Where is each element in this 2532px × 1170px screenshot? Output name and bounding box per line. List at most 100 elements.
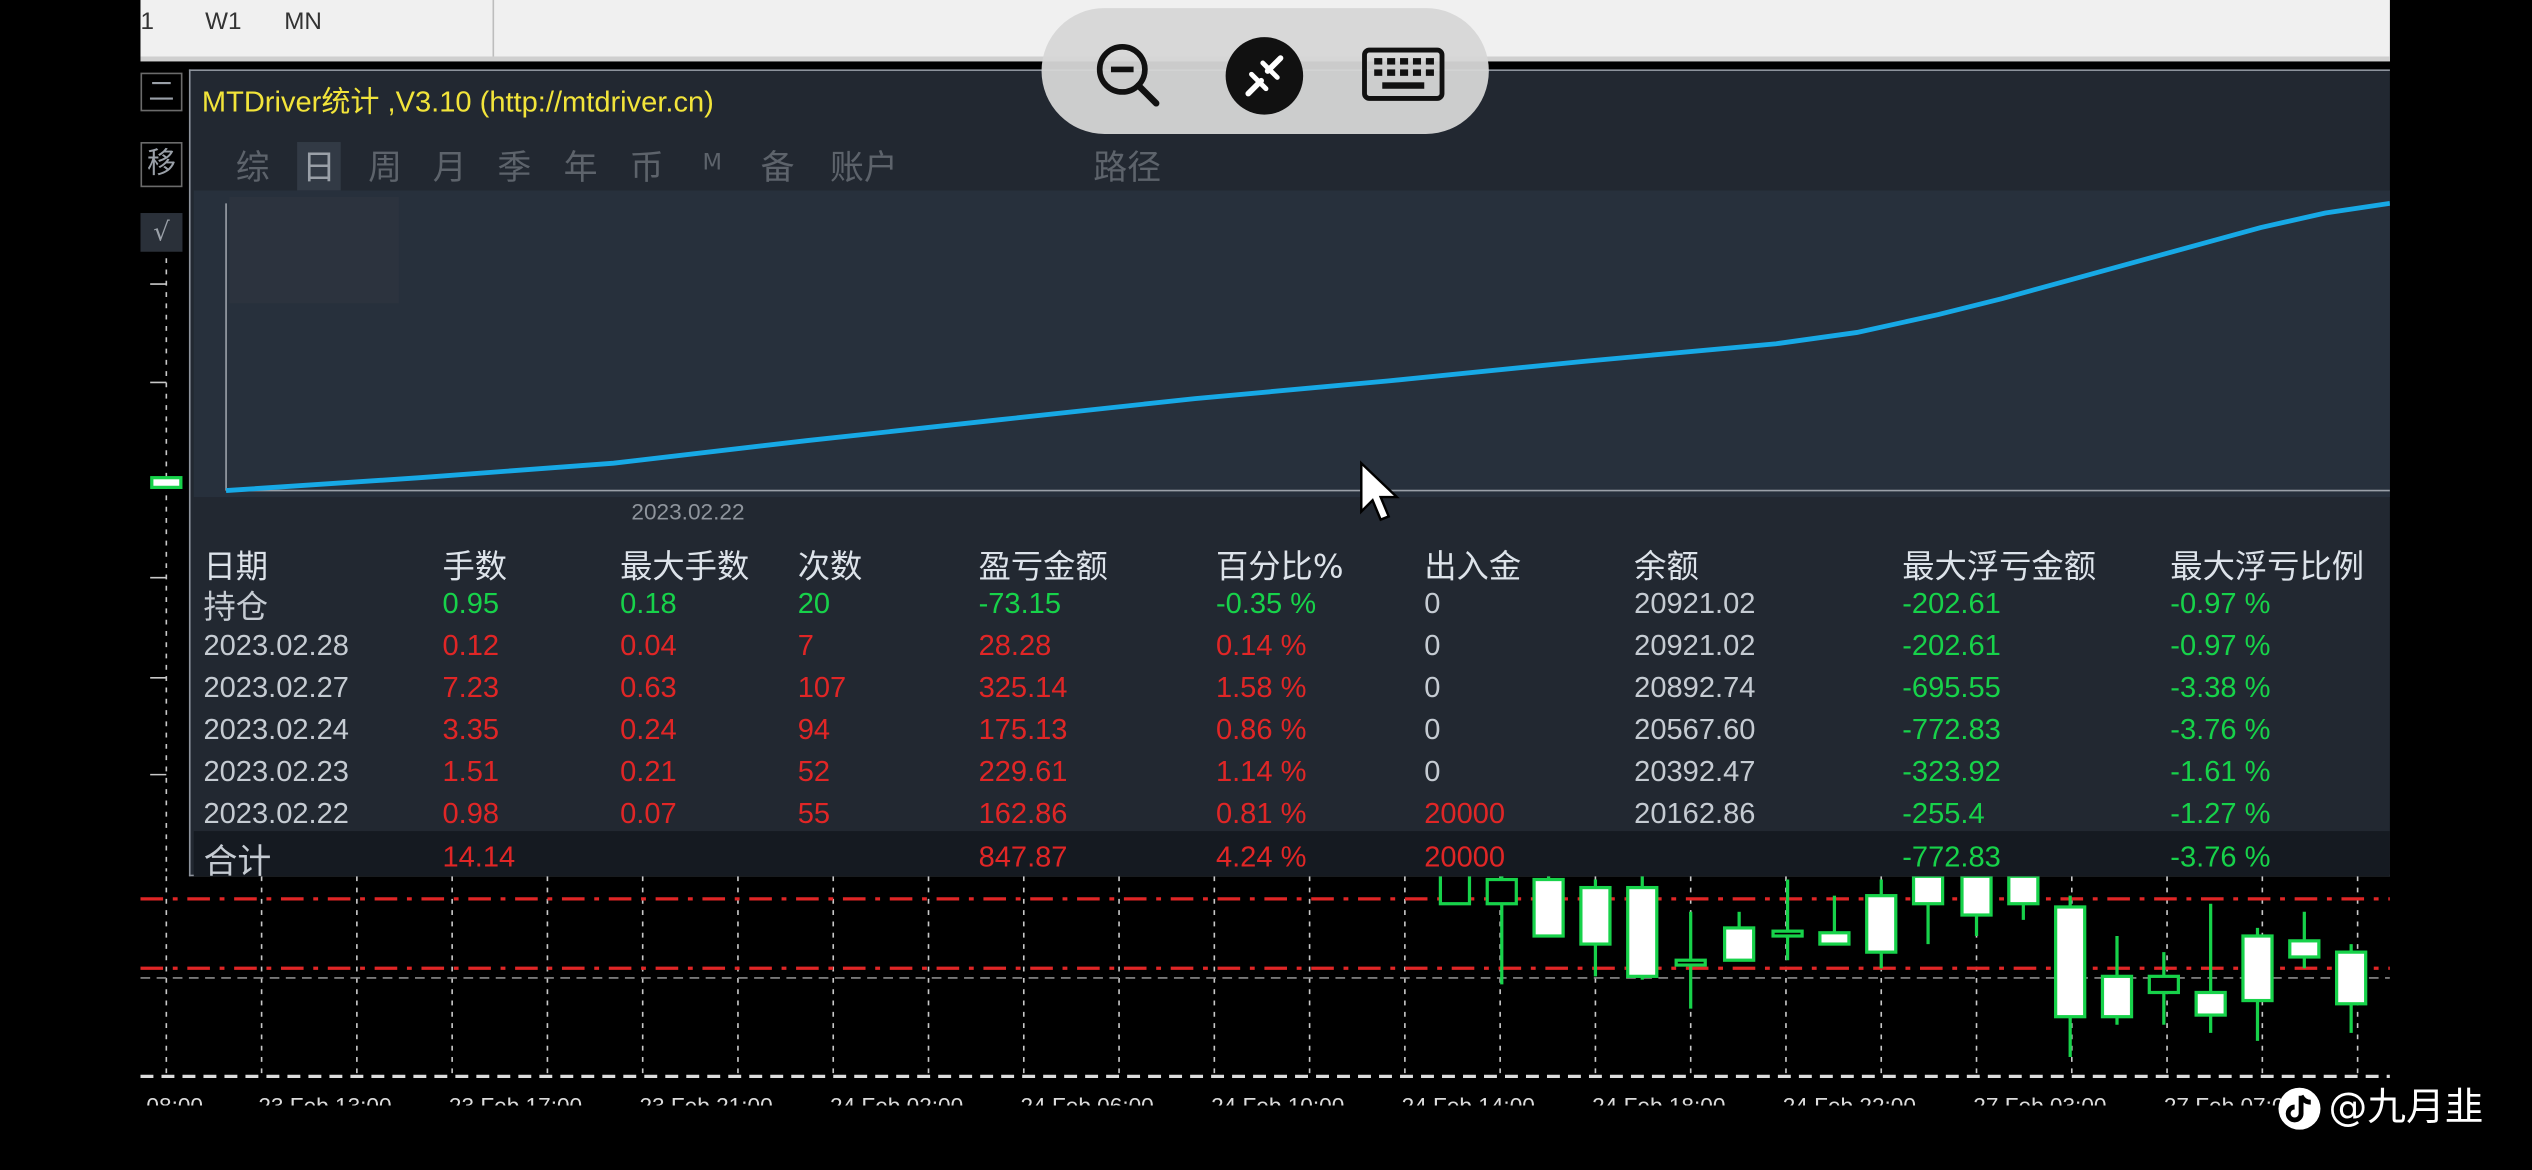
table-cell-max-lots: 0.21 — [620, 755, 677, 788]
screen: 1 W1 MN 2 08:0023 Feb 13:0023 Feb 17:002… — [0, 0, 2532, 1170]
tab-quarterly[interactable]: 季 — [497, 142, 531, 190]
table-cell-deposit: 0 — [1424, 755, 1441, 788]
table-cell-lots: 3.35 — [442, 713, 500, 746]
time-axis-label: 23 Feb 17:00 — [449, 1094, 582, 1106]
table-cell-date: 2023.02.22 — [203, 797, 349, 830]
table-cell-lots: 0.12 — [442, 629, 500, 662]
table-cell-max-lots: 0.07 — [620, 797, 677, 830]
time-axis-label: 24 Feb 10:00 — [1211, 1094, 1344, 1106]
table-cell-max-float-loss: -695.55 — [1902, 671, 2001, 704]
total-deposit: 20000 — [1424, 840, 1506, 874]
table-cell-date: 2023.02.23 — [203, 755, 349, 788]
time-axis: 2 08:0023 Feb 13:0023 Feb 17:0023 Feb 21… — [140, 1094, 2297, 1106]
equity-line — [225, 200, 2390, 494]
table-cell-max-float-loss: -772.83 — [1902, 713, 2001, 746]
candle-body — [1485, 877, 1518, 906]
tab-daily[interactable]: 日 — [297, 142, 341, 191]
candle-body — [1911, 874, 1945, 906]
tab-m[interactable]: M — [702, 150, 722, 176]
tab-account[interactable]: 账户 — [830, 142, 898, 190]
time-axis-label: 27 Feb 03:00 — [1973, 1094, 2106, 1106]
table-cell-max-float-ratio: -3.38 % — [2170, 671, 2271, 704]
table-cell-percent: 0.86 % — [1215, 713, 1307, 746]
tab-currency[interactable]: 币 — [630, 142, 664, 190]
table-cell-balance: 20921.02 — [1634, 587, 1756, 620]
table-cell-percent: 1.58 % — [1215, 671, 1307, 704]
table-cell-lots: 7.23 — [442, 671, 500, 704]
equity-plot-svg — [225, 196, 2390, 494]
table-cell-count: 7 — [797, 629, 814, 662]
table-cell-max-float-loss: -202.61 — [1902, 629, 2001, 662]
column-header-balance: 余额 — [1634, 547, 1699, 586]
table-cell-max-float-ratio: -1.61 % — [2170, 755, 2271, 788]
table-cell-percent: 0.14 % — [1215, 629, 1307, 662]
tab-monthly[interactable]: 月 — [433, 142, 467, 190]
total-max-float-loss: -772.83 — [1902, 840, 2001, 874]
table-cell-deposit: 0 — [1424, 587, 1441, 620]
total-lots: 14.14 — [442, 840, 516, 874]
time-axis-label: 24 Feb 14:00 — [1402, 1094, 1535, 1106]
timeframe-mn-button[interactable]: MN — [284, 8, 322, 35]
tab-notes[interactable]: 备 — [761, 142, 795, 190]
table-cell-max-float-loss: -323.92 — [1902, 755, 2001, 788]
table-cell-pnl: 162.86 — [978, 797, 1068, 830]
table-cell-balance: 20921.02 — [1634, 629, 1756, 662]
time-axis-label: 24 Feb 02:00 — [830, 1094, 963, 1106]
table-cell-balance: 20162.86 — [1634, 797, 1756, 830]
column-header-percent: 百分比% — [1215, 547, 1344, 586]
toolbar-divider — [492, 0, 495, 57]
table-cell-count: 55 — [797, 797, 831, 830]
disconnect-icon[interactable] — [1224, 36, 1305, 117]
candle-body — [1579, 885, 1612, 946]
table-cell-deposit: 20000 — [1424, 797, 1506, 830]
table-cell-balance: 20567.60 — [1634, 713, 1756, 746]
table-cell-max-lots: 0.24 — [620, 713, 677, 746]
timeframe-w1-button[interactable]: W1 — [205, 8, 241, 35]
tab-summary[interactable]: 综 — [236, 142, 270, 190]
candle-body — [2007, 874, 2040, 906]
candle-body — [2335, 950, 2368, 1006]
keyboard-icon[interactable] — [1360, 36, 1447, 117]
tab-yearly[interactable]: 年 — [564, 142, 598, 190]
table-cell-max-float-ratio: -1.27 % — [2170, 797, 2271, 830]
table-cell-deposit: 0 — [1424, 713, 1441, 746]
plot-date-label: 2023.02.22 — [631, 498, 745, 525]
time-axis-label: 24 Feb 22:00 — [1783, 1094, 1916, 1106]
table-cell-max-lots: 0.18 — [620, 587, 677, 620]
table-cell-date: 2023.02.24 — [203, 713, 349, 746]
table-cell-date: 2023.02.28 — [203, 629, 349, 662]
equity-plot — [193, 190, 2390, 498]
tab-path[interactable]: 路径 — [1093, 142, 1161, 190]
candle-body — [2241, 934, 2274, 1003]
tab-weekly[interactable]: 周 — [368, 142, 402, 190]
table-cell-percent: -0.35 % — [1215, 587, 1317, 620]
candle-body — [1722, 926, 1756, 962]
table-cell-pnl: 175.13 — [978, 713, 1068, 746]
table-cell-lots: 0.98 — [442, 797, 500, 830]
candle-body — [2054, 905, 2087, 1019]
candle-body — [1818, 931, 1851, 946]
candle-body — [1960, 874, 1993, 917]
remote-desktop-toolbar — [1041, 8, 1489, 134]
column-header-lots: 手数 — [442, 547, 508, 586]
timeframe-button[interactable]: 1 — [140, 8, 153, 35]
table-cell-count: 52 — [797, 755, 831, 788]
watermark-text: @九月韭 — [2328, 1084, 2484, 1130]
time-axis-label: 24 Feb 06:00 — [1021, 1094, 1154, 1106]
candle-body — [1865, 894, 1898, 954]
table-cell-max-float-loss: -255.4 — [1902, 797, 1985, 830]
zoom-out-icon[interactable] — [1087, 36, 1168, 117]
candle-body — [1532, 877, 1565, 938]
table-cell-balance: 20392.47 — [1634, 755, 1756, 788]
column-header-count: 次数 — [797, 547, 863, 586]
candle-body — [1626, 885, 1659, 978]
candle-body — [2288, 939, 2321, 959]
table-cell-max-float-ratio: -0.97 % — [2170, 629, 2271, 662]
total-pnl: 847.87 — [978, 840, 1068, 874]
column-header-max-float-loss: 最大浮亏金额 — [1902, 547, 2097, 586]
candle-body — [1771, 929, 1804, 938]
table-cell-lots: 1.51 — [442, 755, 500, 788]
table-cell-lots: 0.95 — [442, 587, 500, 620]
table-cell-percent: 1.14 % — [1215, 755, 1307, 788]
column-header-pnl: 盈亏金额 — [978, 547, 1108, 586]
